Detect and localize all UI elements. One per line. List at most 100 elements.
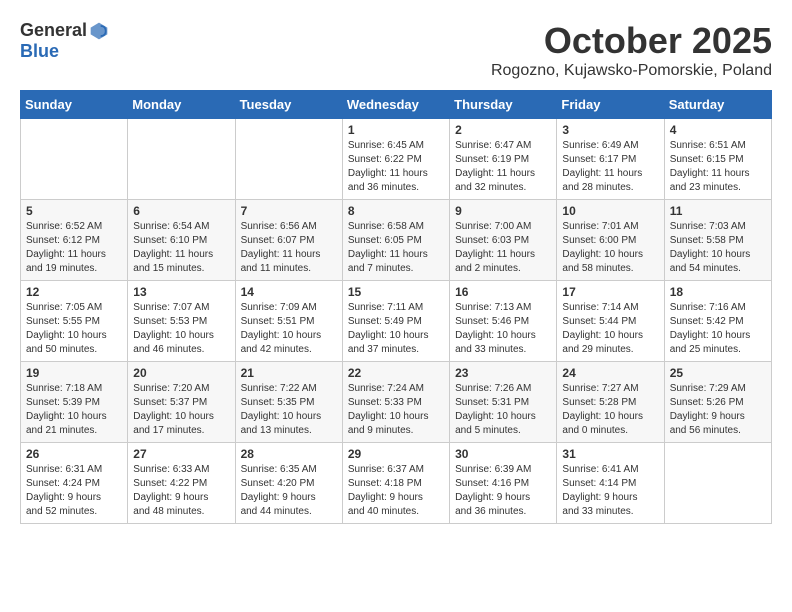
day-number: 13 [133,285,229,299]
weekday-header-tuesday: Tuesday [235,91,342,119]
day-number: 15 [348,285,444,299]
title-block: October 2025 Rogozno, Kujawsko-Pomorskie… [491,20,772,80]
month-title: October 2025 [491,20,772,62]
calendar-week-row: 12 Sunrise: 7:05 AM Sunset: 5:55 PM Dayli… [21,281,772,362]
day-number: 20 [133,366,229,380]
calendar-cell: 12 Sunrise: 7:05 AM Sunset: 5:55 PM Dayli… [21,281,128,362]
calendar-cell: 21 Sunrise: 7:22 AM Sunset: 5:35 PM Dayli… [235,362,342,443]
calendar-cell: 26 Sunrise: 6:31 AM Sunset: 4:24 PM Dayli… [21,443,128,524]
calendar-cell [21,119,128,200]
calendar-week-row: 1Sunrise: 6:45 AM Sunset: 6:22 PM Daylig… [21,119,772,200]
day-number: 7 [241,204,337,218]
day-info: Sunrise: 7:11 AM Sunset: 5:49 PM Dayligh… [348,301,444,357]
day-info: Sunrise: 6:45 AM Sunset: 6:22 PM Dayligh… [348,139,444,195]
day-number: 18 [670,285,766,299]
weekday-header-thursday: Thursday [450,91,557,119]
weekday-header-wednesday: Wednesday [342,91,449,119]
day-info: Sunrise: 7:22 AM Sunset: 5:35 PM Dayligh… [241,382,337,438]
day-number: 23 [455,366,551,380]
day-info: Sunrise: 6:54 AM Sunset: 6:10 PM Dayligh… [133,220,229,276]
day-info: Sunrise: 7:24 AM Sunset: 5:33 PM Dayligh… [348,382,444,438]
calendar-cell: 18Sunrise: 7:16 AM Sunset: 5:42 PM Dayli… [664,281,771,362]
calendar-cell [664,443,771,524]
day-number: 17 [562,285,658,299]
calendar-cell: 4Sunrise: 6:51 AM Sunset: 6:15 PM Daylig… [664,119,771,200]
calendar-cell: 8 Sunrise: 6:58 AM Sunset: 6:05 PM Daylig… [342,200,449,281]
day-info: Sunrise: 6:52 AM Sunset: 6:12 PM Dayligh… [26,220,122,276]
day-number: 3 [562,123,658,137]
calendar-cell: 3 Sunrise: 6:49 AM Sunset: 6:17 PM Daylig… [557,119,664,200]
day-info: Sunrise: 7:05 AM Sunset: 5:55 PM Dayligh… [26,301,122,357]
calendar-cell: 25Sunrise: 7:29 AM Sunset: 5:26 PM Dayli… [664,362,771,443]
weekday-header-saturday: Saturday [664,91,771,119]
calendar-cell: 2 Sunrise: 6:47 AM Sunset: 6:19 PM Daylig… [450,119,557,200]
calendar-cell: 7 Sunrise: 6:56 AM Sunset: 6:07 PM Daylig… [235,200,342,281]
weekday-header-sunday: Sunday [21,91,128,119]
day-number: 25 [670,366,766,380]
day-info: Sunrise: 6:39 AM Sunset: 4:16 PM Dayligh… [455,463,551,519]
day-number: 27 [133,447,229,461]
weekday-header-friday: Friday [557,91,664,119]
logo: General Blue [20,20,109,62]
weekday-header-monday: Monday [128,91,235,119]
weekday-header-row: SundayMondayTuesdayWednesdayThursdayFrid… [21,91,772,119]
calendar-cell: 27 Sunrise: 6:33 AM Sunset: 4:22 PM Dayli… [128,443,235,524]
logo-general-text: General [20,20,87,41]
calendar-table: SundayMondayTuesdayWednesdayThursdayFrid… [20,90,772,524]
day-number: 6 [133,204,229,218]
calendar-cell: 9Sunrise: 7:00 AM Sunset: 6:03 PM Daylig… [450,200,557,281]
calendar-week-row: 19 Sunrise: 7:18 AM Sunset: 5:39 PM Dayli… [21,362,772,443]
day-number: 12 [26,285,122,299]
calendar-cell: 13Sunrise: 7:07 AM Sunset: 5:53 PM Dayli… [128,281,235,362]
day-number: 31 [562,447,658,461]
calendar-cell: 28Sunrise: 6:35 AM Sunset: 4:20 PM Dayli… [235,443,342,524]
day-number: 16 [455,285,551,299]
day-info: Sunrise: 6:37 AM Sunset: 4:18 PM Dayligh… [348,463,444,519]
calendar-cell: 1Sunrise: 6:45 AM Sunset: 6:22 PM Daylig… [342,119,449,200]
day-number: 8 [348,204,444,218]
calendar-cell: 15 Sunrise: 7:11 AM Sunset: 5:49 PM Dayli… [342,281,449,362]
calendar-cell: 20 Sunrise: 7:20 AM Sunset: 5:37 PM Dayli… [128,362,235,443]
day-info: Sunrise: 7:27 AM Sunset: 5:28 PM Dayligh… [562,382,658,438]
day-info: Sunrise: 6:51 AM Sunset: 6:15 PM Dayligh… [670,139,766,195]
calendar-cell: 10Sunrise: 7:01 AM Sunset: 6:00 PM Dayli… [557,200,664,281]
logo-icon [89,21,109,41]
day-number: 22 [348,366,444,380]
calendar-cell: 24Sunrise: 7:27 AM Sunset: 5:28 PM Dayli… [557,362,664,443]
calendar-cell: 16 Sunrise: 7:13 AM Sunset: 5:46 PM Dayli… [450,281,557,362]
day-info: Sunrise: 6:49 AM Sunset: 6:17 PM Dayligh… [562,139,658,195]
calendar-cell: 22 Sunrise: 7:24 AM Sunset: 5:33 PM Dayli… [342,362,449,443]
calendar-cell: 19 Sunrise: 7:18 AM Sunset: 5:39 PM Dayli… [21,362,128,443]
calendar-cell: 17Sunrise: 7:14 AM Sunset: 5:44 PM Dayli… [557,281,664,362]
day-number: 5 [26,204,122,218]
day-number: 21 [241,366,337,380]
day-info: Sunrise: 7:18 AM Sunset: 5:39 PM Dayligh… [26,382,122,438]
day-info: Sunrise: 6:58 AM Sunset: 6:05 PM Dayligh… [348,220,444,276]
day-info: Sunrise: 6:47 AM Sunset: 6:19 PM Dayligh… [455,139,551,195]
day-info: Sunrise: 6:35 AM Sunset: 4:20 PM Dayligh… [241,463,337,519]
day-info: Sunrise: 7:09 AM Sunset: 5:51 PM Dayligh… [241,301,337,357]
day-number: 26 [26,447,122,461]
day-number: 10 [562,204,658,218]
calendar-cell [128,119,235,200]
day-info: Sunrise: 7:26 AM Sunset: 5:31 PM Dayligh… [455,382,551,438]
page-header: General Blue October 2025 Rogozno, Kujaw… [20,20,772,80]
day-info: Sunrise: 6:41 AM Sunset: 4:14 PM Dayligh… [562,463,658,519]
day-number: 11 [670,204,766,218]
day-number: 2 [455,123,551,137]
day-info: Sunrise: 6:56 AM Sunset: 6:07 PM Dayligh… [241,220,337,276]
calendar-week-row: 5 Sunrise: 6:52 AM Sunset: 6:12 PM Daylig… [21,200,772,281]
day-number: 19 [26,366,122,380]
day-info: Sunrise: 7:20 AM Sunset: 5:37 PM Dayligh… [133,382,229,438]
logo-blue-text: Blue [20,41,59,62]
day-number: 14 [241,285,337,299]
day-number: 9 [455,204,551,218]
day-info: Sunrise: 6:33 AM Sunset: 4:22 PM Dayligh… [133,463,229,519]
day-info: Sunrise: 6:31 AM Sunset: 4:24 PM Dayligh… [26,463,122,519]
calendar-cell: 14 Sunrise: 7:09 AM Sunset: 5:51 PM Dayli… [235,281,342,362]
calendar-cell: 23 Sunrise: 7:26 AM Sunset: 5:31 PM Dayli… [450,362,557,443]
calendar-cell [235,119,342,200]
day-info: Sunrise: 7:13 AM Sunset: 5:46 PM Dayligh… [455,301,551,357]
day-info: Sunrise: 7:03 AM Sunset: 5:58 PM Dayligh… [670,220,766,276]
calendar-cell: 6 Sunrise: 6:54 AM Sunset: 6:10 PM Daylig… [128,200,235,281]
